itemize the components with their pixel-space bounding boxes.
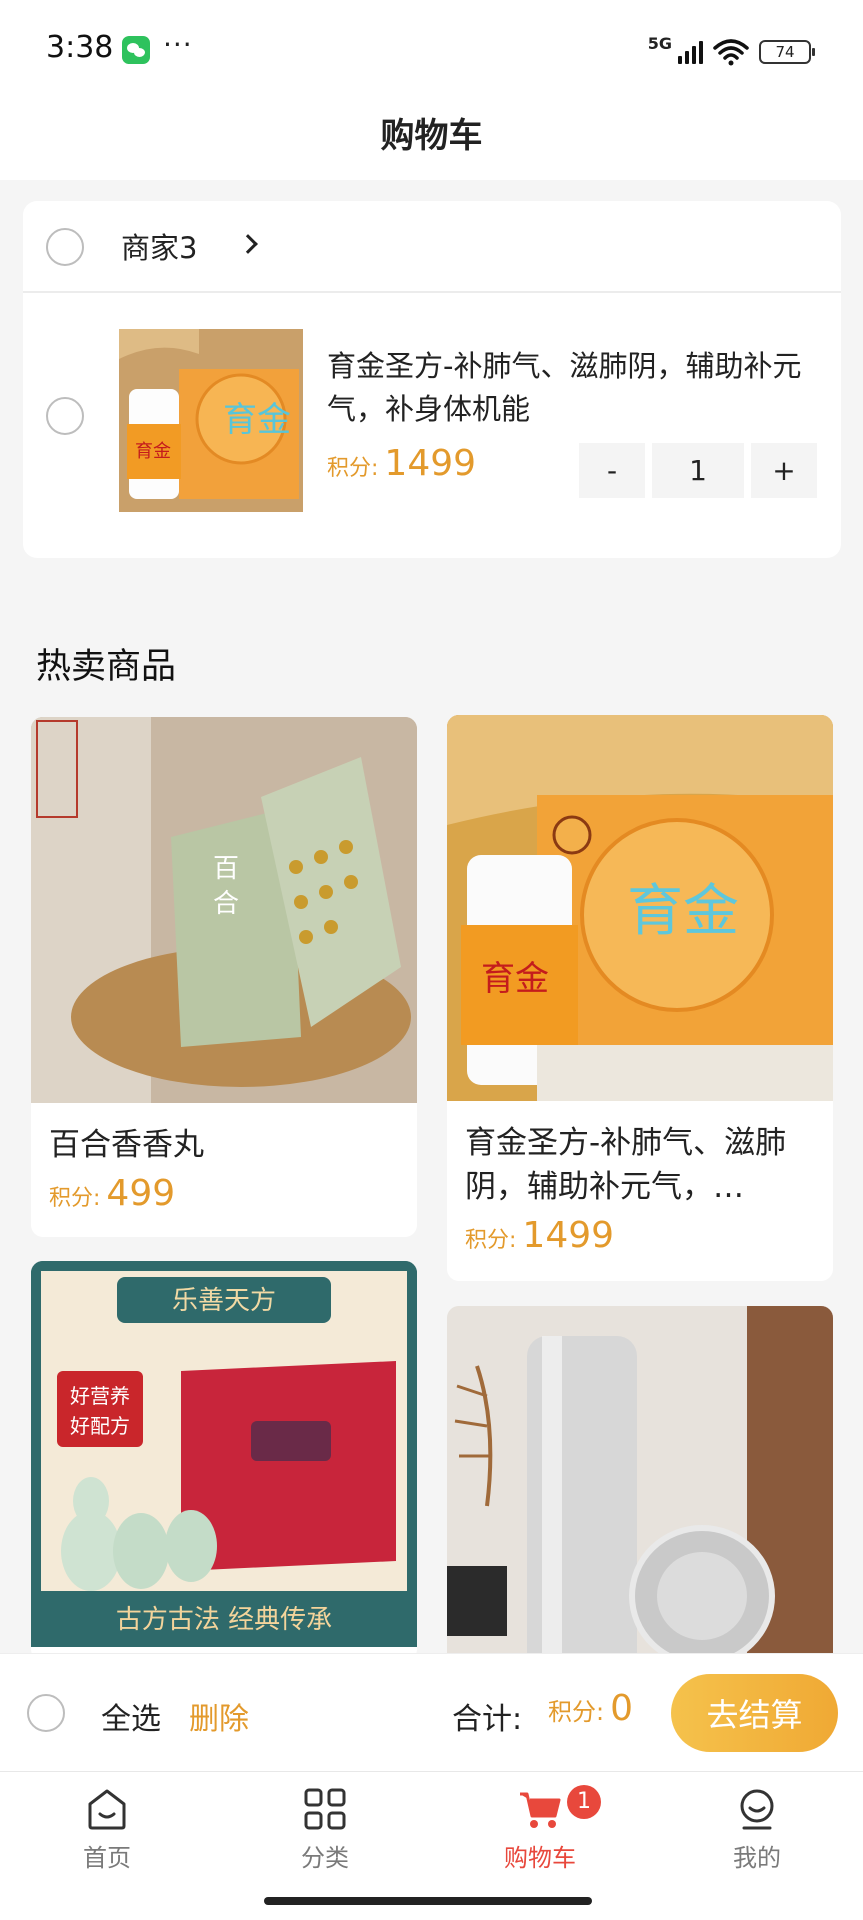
tab-label: 购物车 <box>504 1844 576 1872</box>
product-card[interactable]: 乐善天方 好营养 好配方 古方古法 经典传承 <box>31 1261 417 1661</box>
title-bar: 购物车 <box>0 100 863 180</box>
lily-box-photo: 百 合 <box>31 717 417 1103</box>
tab-category[interactable]: 分类 <box>270 1786 380 1876</box>
points-label: 积分: <box>548 1698 605 1726</box>
total-points-value: 0 <box>610 1688 633 1729</box>
product-image[interactable]: 乐善天方 好营养 好配方 古方古法 经典传承 <box>31 1261 417 1647</box>
quantity-stepper: - 1 + <box>579 443 817 498</box>
cart-item-title[interactable]: 育金圣方-补肺气、滋肺阴，辅助补元气，补身体机能 <box>327 345 817 431</box>
svg-text:育金: 育金 <box>627 879 739 944</box>
increase-button[interactable]: + <box>751 443 817 498</box>
profile-icon <box>740 1789 774 1830</box>
letian-fang-photo: 乐善天方 好营养 好配方 古方古法 经典传承 <box>31 1261 417 1647</box>
total-points: 积分: 0 <box>548 1688 633 1729</box>
wechat-icon <box>122 36 150 64</box>
product-card[interactable]: 百 合 百合香香丸 积分: 499 <box>31 717 417 1237</box>
delete-button[interactable]: 删除 <box>189 1694 249 1738</box>
svg-text:育金: 育金 <box>135 441 171 462</box>
shop-select-radio[interactable] <box>46 228 84 266</box>
product-name[interactable]: 百合香香丸 <box>31 1103 417 1167</box>
product-name[interactable]: 育金圣方-补肺气、滋肺阴，辅助补元气，… <box>447 1101 833 1209</box>
svg-text:育金: 育金 <box>223 400 291 440</box>
svg-text:百: 百 <box>213 854 239 884</box>
badge-line1: 好营养 <box>70 1384 130 1408</box>
svg-text:育金: 育金 <box>481 959 549 999</box>
status-time: 3:38 <box>46 30 114 65</box>
decrease-button[interactable]: - <box>579 443 645 498</box>
home-icon <box>88 1789 126 1830</box>
product-points: 积分: 1499 <box>447 1209 833 1256</box>
chevron-right-icon[interactable] <box>238 234 258 254</box>
silver-flask-photo <box>447 1306 833 1666</box>
grid-icon <box>304 1788 346 1830</box>
checkout-button[interactable]: 去结算 <box>671 1674 838 1752</box>
product-card[interactable] <box>447 1306 833 1666</box>
product-image[interactable]: 百 合 <box>31 717 417 1103</box>
item-select-radio[interactable] <box>46 397 84 435</box>
points-label: 积分: <box>327 456 379 481</box>
badge-line2: 好配方 <box>70 1414 130 1438</box>
shop-header[interactable]: 商家3 <box>23 201 841 293</box>
shop-name[interactable]: 商家3 <box>121 225 197 267</box>
page-title: 购物车 <box>380 116 483 156</box>
total-label: 合计: <box>452 1702 523 1737</box>
tab-label: 首页 <box>83 1844 131 1872</box>
yujin-product-photo: 育金 育金 <box>119 329 303 512</box>
footer-slogan: 古方古法 经典传承 <box>116 1605 332 1635</box>
points-label: 积分: <box>49 1186 101 1211</box>
tab-home[interactable]: 首页 <box>52 1786 162 1876</box>
tab-label: 我的 <box>733 1844 781 1872</box>
select-all-label[interactable]: 全选 <box>101 1694 161 1738</box>
yujin-product-photo: 育金 育金 <box>447 715 833 1101</box>
status-indicators: 5G 74 <box>647 34 815 70</box>
product-image[interactable] <box>447 1306 833 1666</box>
points-value: 1499 <box>522 1215 615 1256</box>
wifi-icon <box>713 39 749 66</box>
select-all-radio[interactable] <box>27 1694 65 1732</box>
battery-icon: 74 <box>759 40 815 64</box>
svg-text:合: 合 <box>213 889 239 919</box>
product-points: 积分: 499 <box>31 1167 417 1214</box>
product-card[interactable]: 育金 育金 育金圣方-补肺气、滋肺阴，辅助补元气，… 积分: 1499 <box>447 715 833 1281</box>
status-bar: 3:38 ··· 5G 74 <box>0 0 863 100</box>
cart-shop-card: 商家3 育金 育金 育金圣方-补肺气、滋肺阴，辅助补元气，补身体机能 积分: 1… <box>23 201 841 558</box>
checkout-bar: 全选 删除 合计: 积分: 0 去结算 <box>0 1653 863 1771</box>
network-type: 5G <box>647 34 672 53</box>
quantity-input[interactable]: 1 <box>652 443 744 498</box>
product-image[interactable]: 育金 育金 <box>447 715 833 1101</box>
cart-item-points: 积分: 1499 <box>327 443 476 484</box>
tab-label: 分类 <box>301 1844 349 1872</box>
hot-section-title: 热卖商品 <box>36 647 177 687</box>
tab-profile[interactable]: 我的 <box>702 1786 812 1876</box>
home-indicator[interactable] <box>264 1897 592 1905</box>
signal-icon <box>678 40 703 64</box>
points-label: 积分: <box>465 1228 517 1253</box>
points-value: 1499 <box>384 443 477 484</box>
cart-item: 育金 育金 育金圣方-补肺气、滋肺阴，辅助补元气，补身体机能 积分: 1499 … <box>23 293 841 556</box>
cart-count-badge: 1 <box>567 1785 601 1819</box>
more-icon: ··· <box>163 28 193 61</box>
points-value: 499 <box>106 1173 176 1214</box>
cart-item-image[interactable]: 育金 育金 <box>119 329 303 512</box>
cart-icon <box>520 1792 561 1828</box>
banner-text: 乐善天方 <box>172 1286 276 1316</box>
